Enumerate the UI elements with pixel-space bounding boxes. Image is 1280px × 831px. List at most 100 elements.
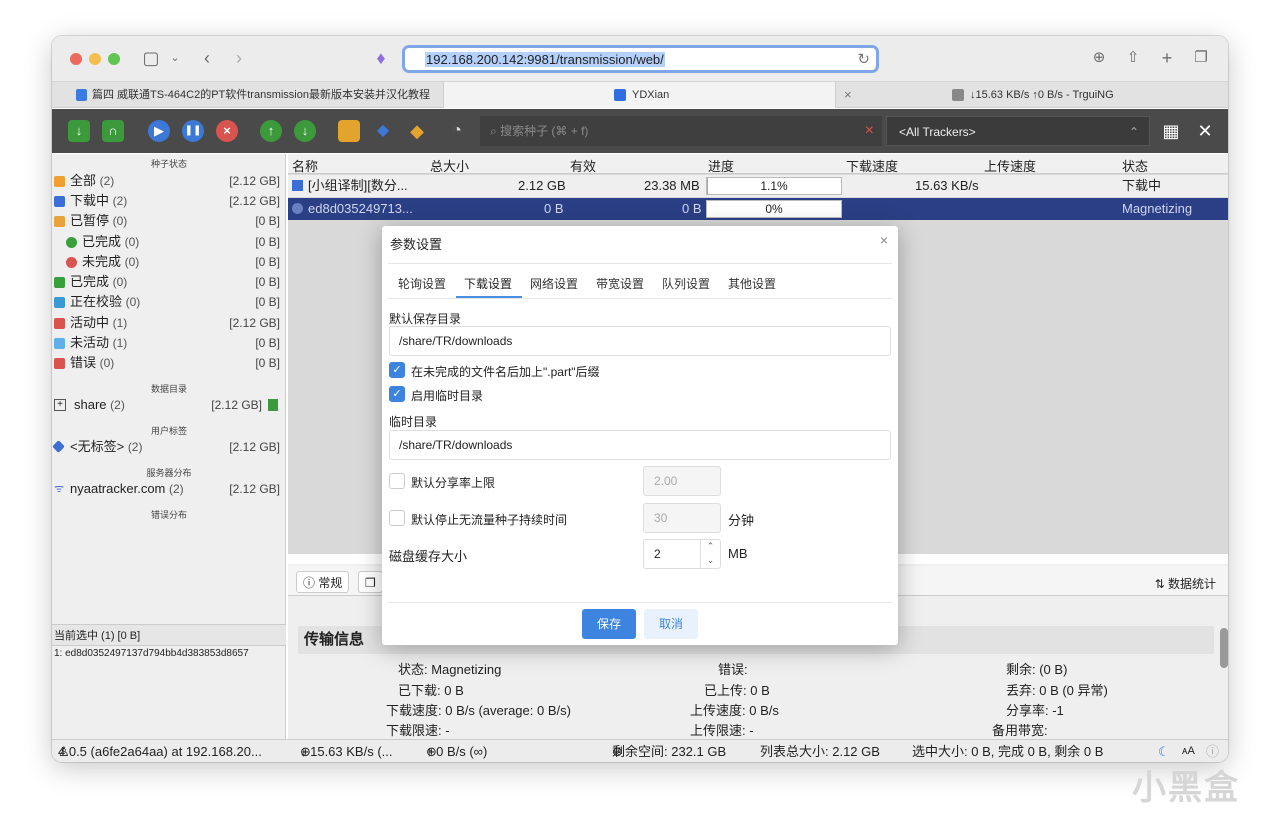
start-icon[interactable]: ▶ [148,120,170,142]
add-torrent-icon[interactable]: ↓ [68,120,90,142]
col-up[interactable]: 上传速度 [984,156,1036,175]
part-suffix-checkbox[interactable]: ✓ [389,362,405,378]
col-progress[interactable]: 进度 [708,156,734,175]
ratio-limit-checkbox[interactable] [389,473,405,489]
sidebar-toggle-icon[interactable]: ▢ [140,47,162,69]
sidebar-status-item[interactable]: 全部 (2) [2.12 GB] [52,171,286,191]
chevron-up-icon[interactable]: ⌃ [701,539,720,553]
idle-limit-input[interactable]: 30 [643,503,721,533]
sidebar-status-item[interactable]: 正在校验 (0) [0 B] [52,292,286,312]
tab-trguing[interactable]: × ↓15.63 KB/s ↑0 B/s - TrguiNG [836,82,1228,108]
close-icon[interactable]: × [880,232,888,248]
selected-line: 1: ed8d0352497137d794bb4d383853d8657 [54,648,249,659]
tab-general[interactable]: ⓘ 常规 [296,571,350,593]
close-tab-icon[interactable]: × [844,82,852,108]
cache-stepper[interactable]: ⌃ ⌄ [700,539,720,569]
col-size[interactable]: 总大小 [430,156,469,175]
stats-button[interactable]: ⇅ 数据统计 [1155,575,1216,592]
settings-tools-icon[interactable]: ✕ [1194,120,1216,142]
dir-label: share (2) [74,397,125,412]
table-row[interactable]: [小组译制][数分... 2.12 GB 23.38 MB 1.1% 15.63… [288,175,1228,197]
divider [388,298,892,299]
theme-icon[interactable]: ☾ [1158,740,1170,762]
sidebar-status-item[interactable]: 未完成 (0) [0 B] [52,252,286,272]
temp-dir-input[interactable]: /share/TR/downloads [389,430,891,460]
ratio-limit-input[interactable]: 2.00 [643,466,721,496]
forward-icon[interactable]: › [230,47,248,69]
tag-icon [52,440,65,453]
default-dir-input[interactable]: /share/TR/downloads [389,326,891,356]
tab-ydxian[interactable]: YDXian [444,82,836,108]
info-icon[interactable]: ⓘ [1206,740,1219,762]
extension-icon[interactable]: ♦ [370,47,392,69]
new-tab-icon[interactable]: + [1156,47,1178,69]
table-row[interactable]: ed8d035249713... 0 B 0 B 0% Magnetizing [288,198,1228,220]
server-size: [2.12 GB] [229,482,280,496]
sidebar-item-tracker[interactable]: ᯤ nyaatracker.com (2) [2.12 GB] [52,479,286,499]
sidebar-status-item[interactable]: 已暂停 (0) [0 B] [52,211,286,231]
close-window-button[interactable] [70,53,82,65]
folder-icon[interactable] [338,120,360,142]
temp-dir-checkbox[interactable]: ✓ [389,386,405,402]
cancel-button[interactable]: 取消 [644,609,698,639]
remove-icon[interactable]: × [216,120,238,142]
col-status[interactable]: 状态 [1122,156,1148,175]
tab-download[interactable]: 下载设置 [464,275,512,292]
sidebar-status-item[interactable]: 已完成 (0) [0 B] [52,272,286,292]
add-magnet-icon[interactable]: ∩ [102,120,124,142]
maximize-window-button[interactable] [108,53,120,65]
sidebar-status-item[interactable]: 下载中 (2) [2.12 GB] [52,191,286,211]
status-header: 种子状态 [150,159,187,169]
search-input[interactable]: ⌕ 搜索种子 (⌘ + f) × [480,116,882,146]
scrollbar[interactable] [1220,628,1228,668]
move-up-icon[interactable]: ↑ [260,120,282,142]
progress-fill [707,178,709,194]
speed-gauge-icon[interactable]: ◔ [446,120,468,142]
tag-icon[interactable]: ◆ [372,120,394,142]
tab-files[interactable]: ❐ [358,571,383,593]
layout-icon[interactable]: ▦ [1160,120,1182,142]
sidebar-status-item[interactable]: 活动中 (1) [2.12 GB] [52,313,286,333]
address-bar[interactable]: 192.168.200.142:9981/transmission/web/ ↻ [402,45,879,73]
settings-dialog: 参数设置 × 轮询设置 下载设置 网络设置 带宽设置 队列设置 其他设置 默认保… [382,226,898,645]
tab-polling[interactable]: 轮询设置 [398,275,446,292]
sidebar-status-item[interactable]: 错误 (0) [0 B] [52,353,286,373]
browser-toolbar: ▢ ⌄ ‹ › ♦ 192.168.200.142:9981/transmiss… [52,36,1228,82]
status-selected: 选中大小: 0 B, 完成 0 B, 剩余 0 B [912,744,1104,759]
status-size: [0 B] [255,235,280,249]
move-down-icon[interactable]: ↓ [294,120,316,142]
field-error: 错误: [718,662,748,677]
chevron-down-icon[interactable]: ⌄ [168,47,182,69]
reload-icon[interactable]: ↻ [857,50,870,68]
minimize-window-button[interactable] [89,53,101,65]
idle-limit-checkbox[interactable] [389,510,405,526]
selected-header: 当前选中 (1) [0 B] [52,624,286,646]
sidebar-status-item[interactable]: 已完成 (0) [0 B] [52,232,286,252]
back-icon[interactable]: ‹ [198,47,216,69]
col-down[interactable]: 下载速度 [846,156,898,175]
tab-overview-icon[interactable]: ❐ [1190,47,1212,69]
share-icon[interactable]: ⇧ [1122,47,1144,69]
tab-bandwidth[interactable]: 带宽设置 [596,275,644,292]
clear-search-icon[interactable]: × [865,116,874,146]
download-icon[interactable]: ⊕ [1088,47,1110,69]
col-valid[interactable]: 有效 [570,156,596,175]
tracker-filter-select[interactable]: <All Trackers> ⌃ [886,116,1150,146]
tab-article[interactable]: 篇四 威联通TS-464C2的PT软件transmission最新版本安装并汉化… [52,82,444,108]
tab-other[interactable]: 其他设置 [728,275,776,292]
sidebar-item-share[interactable]: + share (2) [2.12 GB] [52,395,286,415]
status-label: 未活动 (1) [70,335,128,350]
part-suffix-label: 在未完成的文件名后加上".part"后缀 [411,365,600,379]
tab-queue[interactable]: 队列设置 [662,275,710,292]
tab-network[interactable]: 网络设置 [530,275,578,292]
expand-icon[interactable]: + [54,399,66,411]
status-size: [0 B] [255,275,280,289]
priority-icon[interactable]: ◆ [406,120,428,142]
sidebar-item-no-label[interactable]: <无标签> (2) [2.12 GB] [52,437,286,457]
font-size-icon[interactable]: ᴀA [1182,740,1195,762]
pause-icon[interactable]: ❚❚ [182,120,204,142]
col-name[interactable]: 名称 [292,156,318,175]
save-button[interactable]: 保存 [582,609,636,639]
sidebar-status-item[interactable]: 未活动 (1) [0 B] [52,333,286,353]
chevron-down-icon[interactable]: ⌄ [701,553,720,567]
